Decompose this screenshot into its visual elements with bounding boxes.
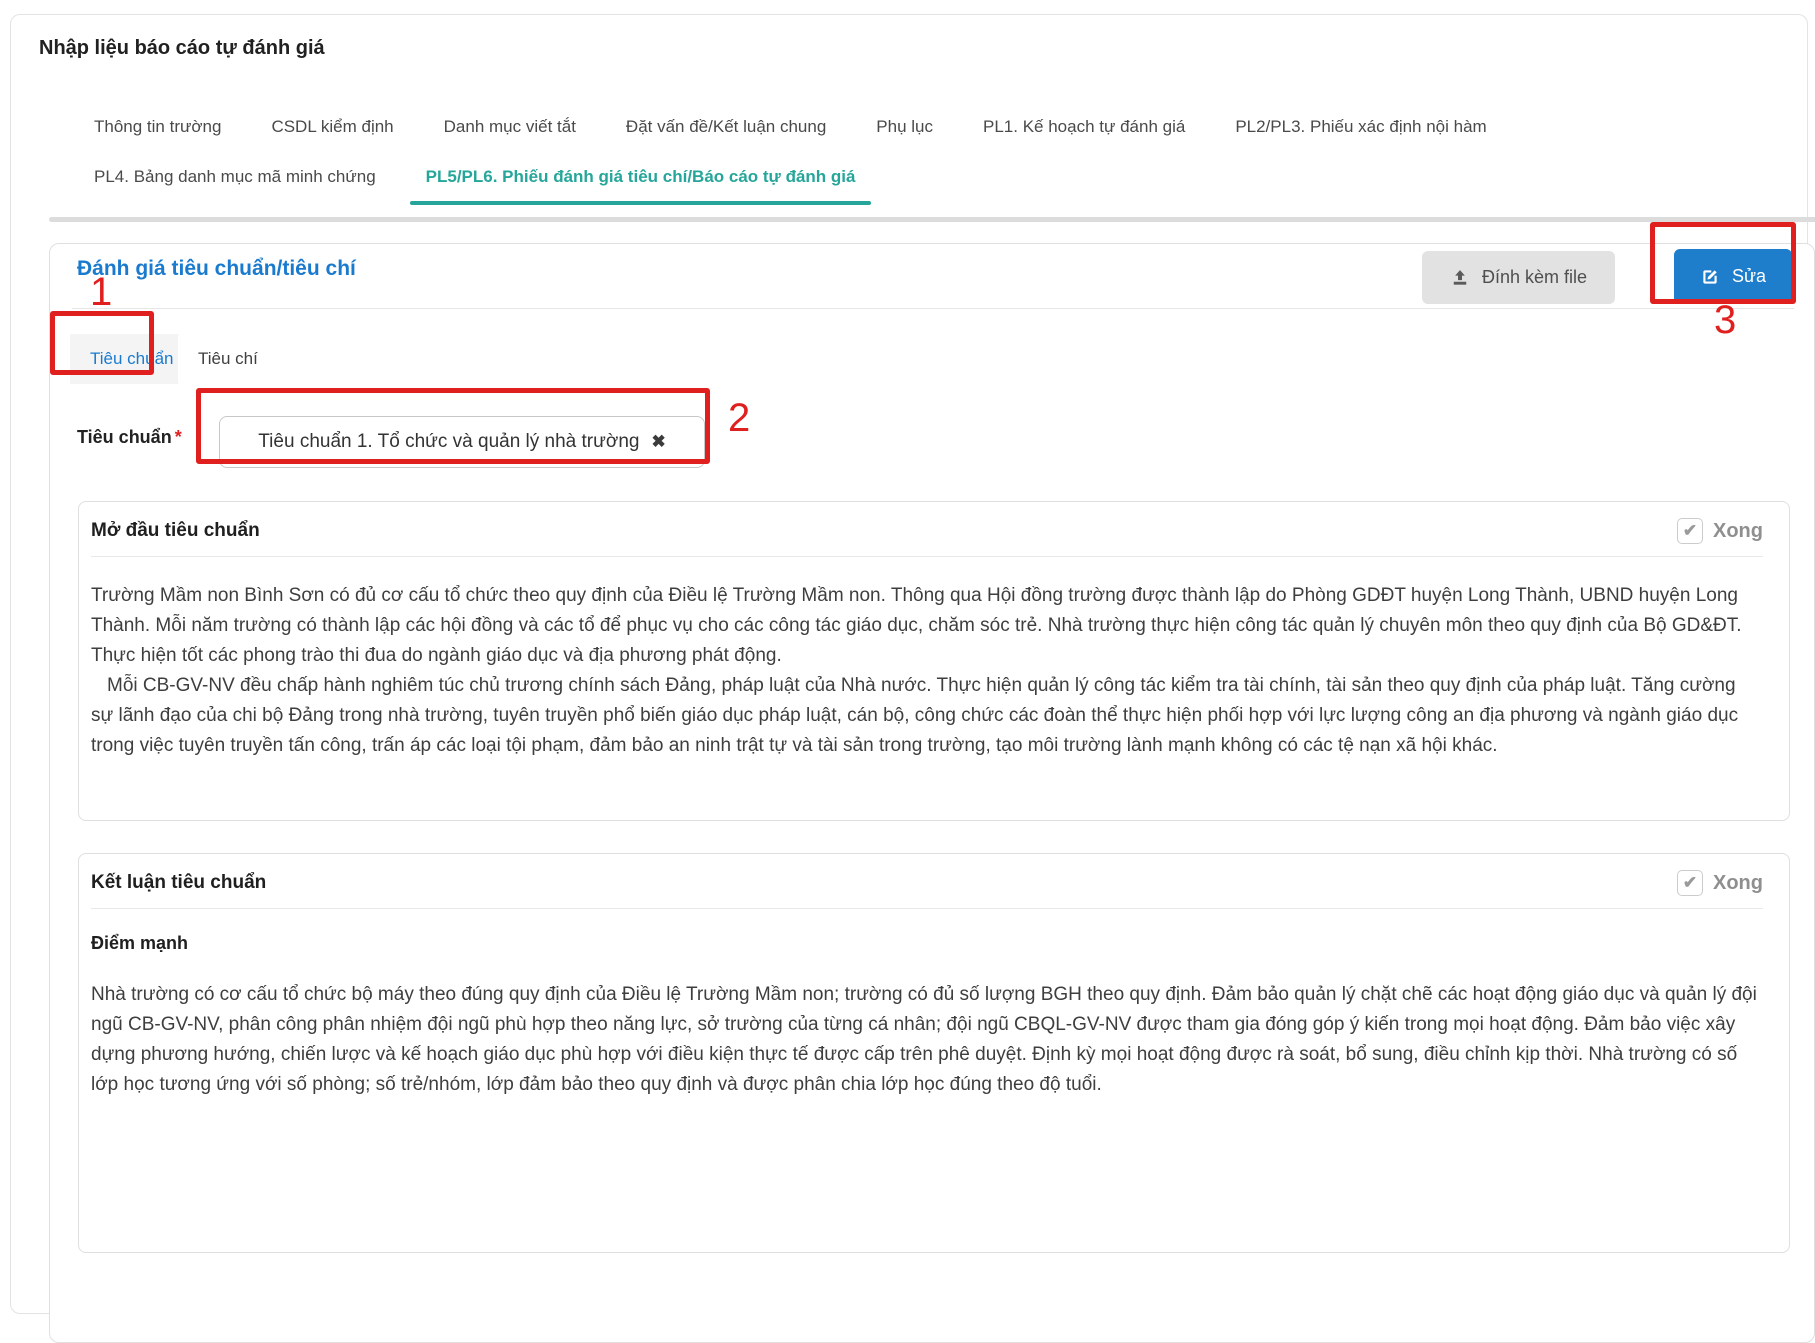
strengths-heading: Điểm mạnh [91,933,1763,954]
subtab-tieu-chi[interactable]: Tiêu chí [178,334,278,384]
tab-pl4-ma-minh-chung[interactable]: PL4. Bảng danh mục mã minh chứng [92,165,378,189]
nav-tabs-row1: Thông tin trường CSDL kiểm định Danh mục… [92,115,1489,139]
tab-pl1-ke-hoach[interactable]: PL1. Kế hoạch tự đánh giá [981,115,1187,139]
intro-standard-card: Mở đầu tiêu chuẩn ✔ Xong Trường Mầm non … [78,501,1790,821]
tab-pl2-pl3-noi-ham[interactable]: PL2/PL3. Phiếu xác định nội hàm [1233,115,1488,139]
conclusion-card-header: Kết luận tiêu chuẩn ✔ Xong [91,870,1763,896]
edit-label: Sửa [1732,266,1766,287]
subtab-tieu-chuan[interactable]: Tiêu chuẩn [70,334,193,384]
nav-tabs-row2: PL4. Bảng danh mục mã minh chứng PL5/PL6… [92,165,857,189]
page-title: Nhập liệu báo cáo tự đánh giá [39,37,325,60]
tab-pl5-pl6-phieu-danh-gia[interactable]: PL5/PL6. Phiếu đánh giá tiêu chí/Báo cáo… [424,165,858,189]
clear-icon[interactable]: ✖ [651,432,665,452]
evaluation-panel: Đánh giá tiêu chuẩn/tiêu chí Đính kèm fi… [49,243,1815,1343]
intro-card-header: Mở đầu tiêu chuẩn ✔ Xong [91,518,1763,544]
conclusion-card-body: Nhà trường có cơ cấu tổ chức bộ máy theo… [91,980,1763,1100]
main-container: Nhập liệu báo cáo tự đánh giá Thông tin … [10,14,1808,1314]
strengths-paragraph: Nhà trường có cơ cấu tổ chức bộ máy theo… [91,980,1763,1100]
conclusion-card-title: Kết luận tiêu chuẩn [91,872,266,894]
intro-paragraph-2: Mỗi CB-GV-NV đều chấp hành nghiêm túc ch… [91,671,1763,761]
intro-card-title: Mở đầu tiêu chuẩn [91,520,260,542]
conclusion-done-group: ✔ Xong [1677,870,1763,896]
attach-file-button[interactable]: Đính kèm file [1422,251,1615,304]
tabs-divider-bar [49,217,1815,222]
standard-select[interactable]: Tiêu chuẩn 1. Tổ chức và quản lý nhà trư… [219,416,705,468]
intro-done-group: ✔ Xong [1677,518,1763,544]
panel-header-divider [72,308,1794,309]
conclusion-card-divider [91,908,1763,909]
conclusion-done-label: Xong [1713,872,1763,895]
check-icon[interactable]: ✔ [1677,518,1703,544]
tab-phu-luc[interactable]: Phụ lục [874,115,935,139]
intro-card-body: Trường Mầm non Bình Sơn có đủ cơ cấu tổ … [91,581,1763,761]
intro-paragraph-1: Trường Mầm non Bình Sơn có đủ cơ cấu tổ … [91,581,1763,671]
edit-button[interactable]: Sửa [1674,249,1792,304]
tab-dat-van-de-ket-luan-chung[interactable]: Đặt vấn đề/Kết luận chung [624,115,828,139]
conclusion-standard-card: Kết luận tiêu chuẩn ✔ Xong Điểm mạnh Nhà… [78,853,1790,1253]
standard-select-value: Tiêu chuẩn 1. Tổ chức và quản lý nhà trư… [258,431,639,453]
check-icon[interactable]: ✔ [1677,870,1703,896]
intro-card-divider [91,556,1763,557]
tab-danh-muc-viet-tat[interactable]: Danh mục viết tắt [442,115,578,139]
tab-thong-tin-truong[interactable]: Thông tin trường [92,115,223,139]
upload-icon [1450,268,1470,288]
edit-icon [1700,267,1720,287]
standard-field-label: Tiêu chuẩn* [77,427,182,448]
panel-title: Đánh giá tiêu chuẩn/tiêu chí [77,257,356,281]
intro-done-label: Xong [1713,520,1763,543]
required-asterisk: * [175,427,182,447]
tab-csdl-kiem-dinh[interactable]: CSDL kiểm định [269,115,395,139]
attach-file-label: Đính kèm file [1482,267,1587,288]
